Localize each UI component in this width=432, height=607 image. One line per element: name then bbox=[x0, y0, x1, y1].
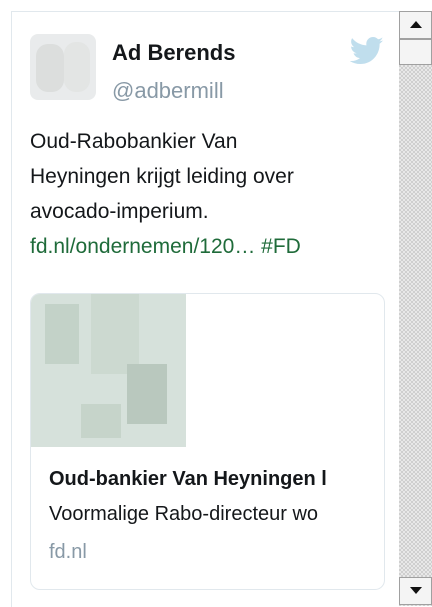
arrow-down-icon bbox=[410, 587, 422, 594]
scroll-down-button[interactable] bbox=[399, 577, 432, 605]
thumbnail-shape bbox=[127, 364, 167, 424]
card-title: Oud-bankier Van Heyningen l bbox=[49, 468, 327, 490]
vertical-scrollbar[interactable] bbox=[399, 11, 432, 606]
card-description: Voormalige Rabo-directeur wo bbox=[49, 503, 319, 525]
avatar-figure-left bbox=[36, 44, 64, 92]
arrow-up-icon bbox=[410, 21, 422, 28]
author-name[interactable]: Ad Berends bbox=[112, 40, 235, 66]
card-domain: fd.nl bbox=[49, 541, 87, 563]
link-preview-card[interactable]: Oud-bankier Van Heyningen l Voormalige R… bbox=[30, 293, 385, 590]
tweet-text-line: avocado-imperium. bbox=[30, 200, 209, 223]
scroll-up-button[interactable] bbox=[399, 11, 432, 39]
twitter-bird-icon[interactable] bbox=[350, 36, 384, 66]
tweet-text-line: Oud-Rabobankier Van bbox=[30, 130, 238, 153]
card-thumbnail bbox=[31, 294, 186, 447]
tweet-text: Oud-Rabobankier Van Heyningen krijgt lei… bbox=[30, 124, 390, 264]
scroll-thumb[interactable] bbox=[399, 39, 432, 65]
thumbnail-shape bbox=[81, 404, 121, 438]
thumbnail-shape bbox=[45, 304, 79, 364]
avatar[interactable] bbox=[30, 34, 96, 100]
tweet-links-line: fd.nl/ondernemen/120… #FD bbox=[30, 229, 390, 264]
article-link[interactable]: fd.nl/ondernemen/120… bbox=[30, 235, 255, 258]
hashtag-link[interactable]: #FD bbox=[261, 235, 301, 258]
embedded-tweet: Ad Berends @adbermill Oud-Rabobankier Va… bbox=[11, 11, 400, 607]
avatar-figure-right bbox=[64, 42, 90, 92]
thumbnail-shape bbox=[91, 294, 139, 374]
tweet-text-line: Heyningen krijgt leiding over bbox=[30, 165, 294, 188]
author-handle[interactable]: @adbermill bbox=[112, 78, 224, 104]
